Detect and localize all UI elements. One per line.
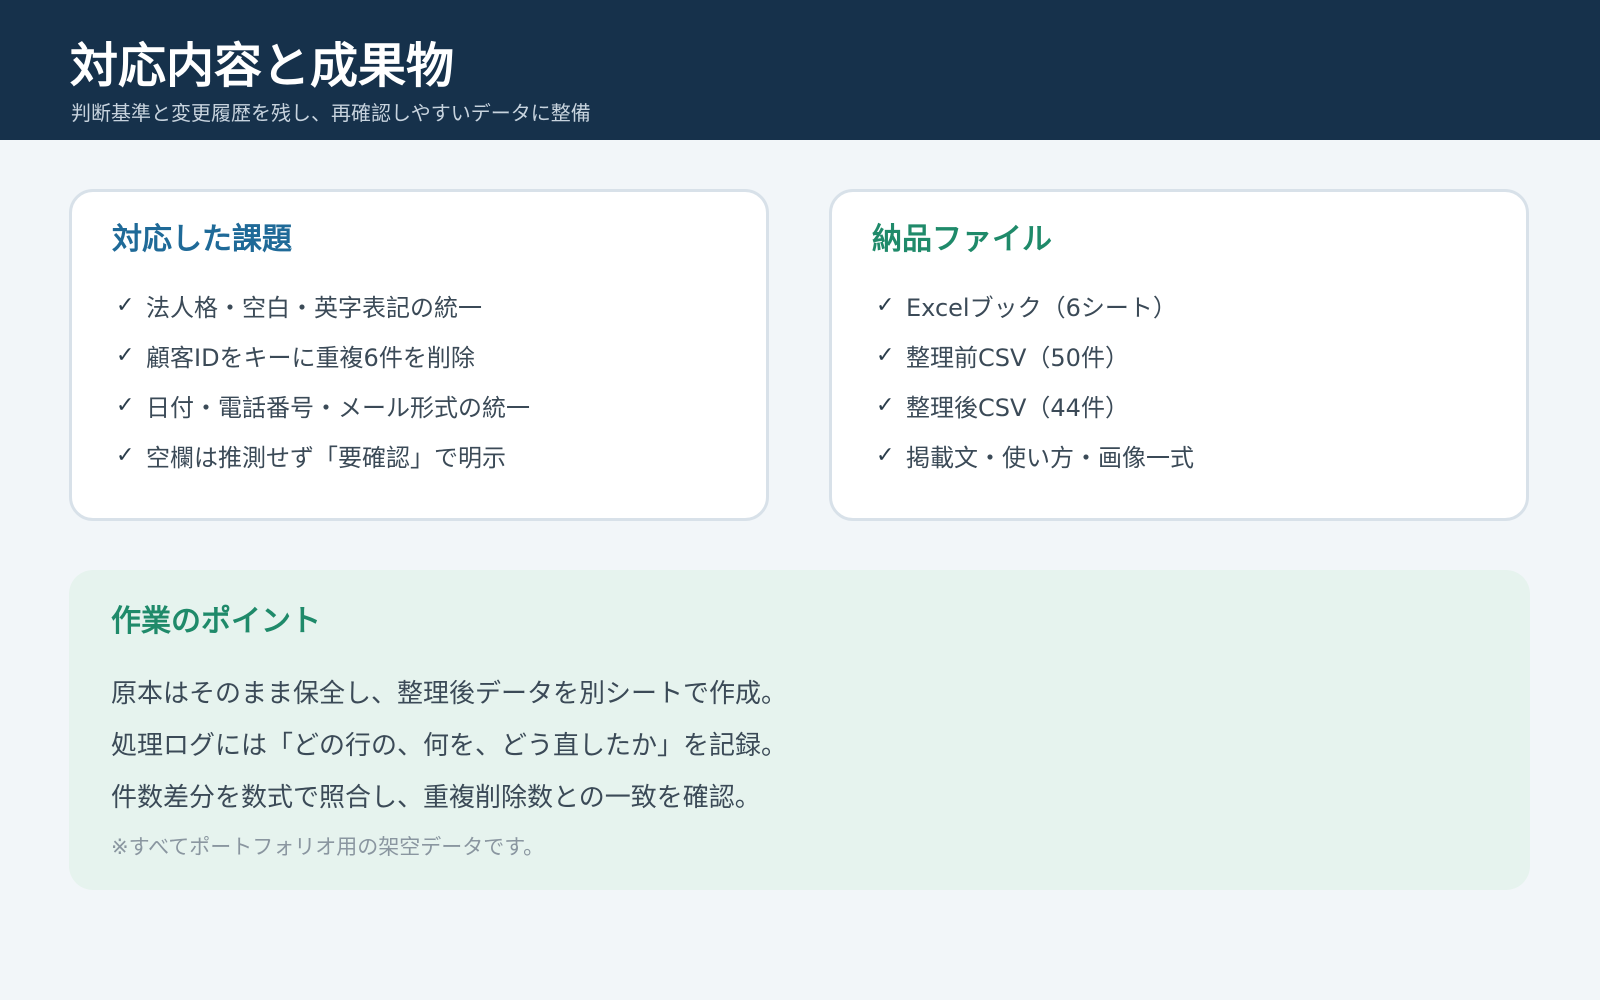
work-points-lines: 原本はそのまま保全し、整理後データを別シートで作成。 処理ログには「どの行の、何… <box>111 668 787 824</box>
work-point-line: 件数差分を数式で照合し、重複削除数との一致を確認。 <box>111 783 761 813</box>
deliverable-item-label: 掲載文・使い方・画像一式 <box>906 443 1194 472</box>
issues-card: 対応した課題 ✓ 法人格・空白・英字表記の統一 ✓ 顧客IDをキーに重複6件を削… <box>69 189 769 521</box>
issue-item-label: 日付・電話番号・メール形式の統一 <box>146 393 530 422</box>
check-icon: ✓ <box>116 392 135 418</box>
issues-list: ✓ 法人格・空白・英字表記の統一 ✓ 顧客IDをキーに重複6件を削除 ✓ 日付・… <box>116 280 530 480</box>
issue-item-label: 法人格・空白・英字表記の統一 <box>146 293 482 322</box>
deliverables-list: ✓ Excelブック（6シート） ✓ 整理前CSV（50件） ✓ 整理後CSV（… <box>876 280 1194 480</box>
deliverable-item: ✓ Excelブック（6シート） <box>876 280 1194 330</box>
issue-item: ✓ 顧客IDをキーに重複6件を削除 <box>116 330 530 380</box>
issues-card-title: 対応した課題 <box>112 222 292 257</box>
issue-item: ✓ 空欄は推測せず「要確認」で明示 <box>116 430 530 480</box>
deliverable-item: ✓ 整理後CSV（44件） <box>876 380 1194 430</box>
deliverables-card-title: 納品ファイル <box>872 222 1052 257</box>
work-points-title: 作業のポイント <box>111 604 321 639</box>
deliverable-item: ✓ 整理前CSV（50件） <box>876 330 1194 380</box>
page-title: 対応内容と成果物 <box>70 38 455 94</box>
work-point-line: 原本はそのまま保全し、整理後データを別シートで作成。 <box>111 679 788 709</box>
work-point-line: 処理ログには「どの行の、何を、どう直したか」を記録。 <box>111 731 788 761</box>
issue-item: ✓ 法人格・空白・英字表記の統一 <box>116 280 530 330</box>
disclaimer-note: ※すべてポートフォリオ用の架空データです。 <box>111 835 545 859</box>
check-icon: ✓ <box>116 342 135 368</box>
issue-item-label: 空欄は推測せず「要確認」で明示 <box>146 443 506 472</box>
check-icon: ✓ <box>116 292 135 318</box>
issue-item: ✓ 日付・電話番号・メール形式の統一 <box>116 380 530 430</box>
deliverable-item: ✓ 掲載文・使い方・画像一式 <box>876 430 1194 480</box>
work-points-panel: 作業のポイント 原本はそのまま保全し、整理後データを別シートで作成。 処理ログに… <box>69 570 1530 890</box>
check-icon: ✓ <box>876 342 895 368</box>
check-icon: ✓ <box>876 392 895 418</box>
check-icon: ✓ <box>876 292 895 318</box>
check-icon: ✓ <box>876 442 895 468</box>
check-icon: ✓ <box>116 442 135 468</box>
deliverable-item-label: 整理後CSV（44件） <box>906 393 1129 422</box>
deliverable-item-label: 整理前CSV（50件） <box>906 343 1129 372</box>
header-banner: 対応内容と成果物 判断基準と変更履歴を残し、再確認しやすいデータに整備 <box>0 0 1600 140</box>
issue-item-label: 顧客IDをキーに重複6件を削除 <box>146 343 475 372</box>
page-subtitle: 判断基準と変更履歴を残し、再確認しやすいデータに整備 <box>71 101 591 125</box>
deliverables-card: 納品ファイル ✓ Excelブック（6シート） ✓ 整理前CSV（50件） ✓ … <box>829 189 1529 521</box>
deliverable-item-label: Excelブック（6シート） <box>906 293 1177 322</box>
